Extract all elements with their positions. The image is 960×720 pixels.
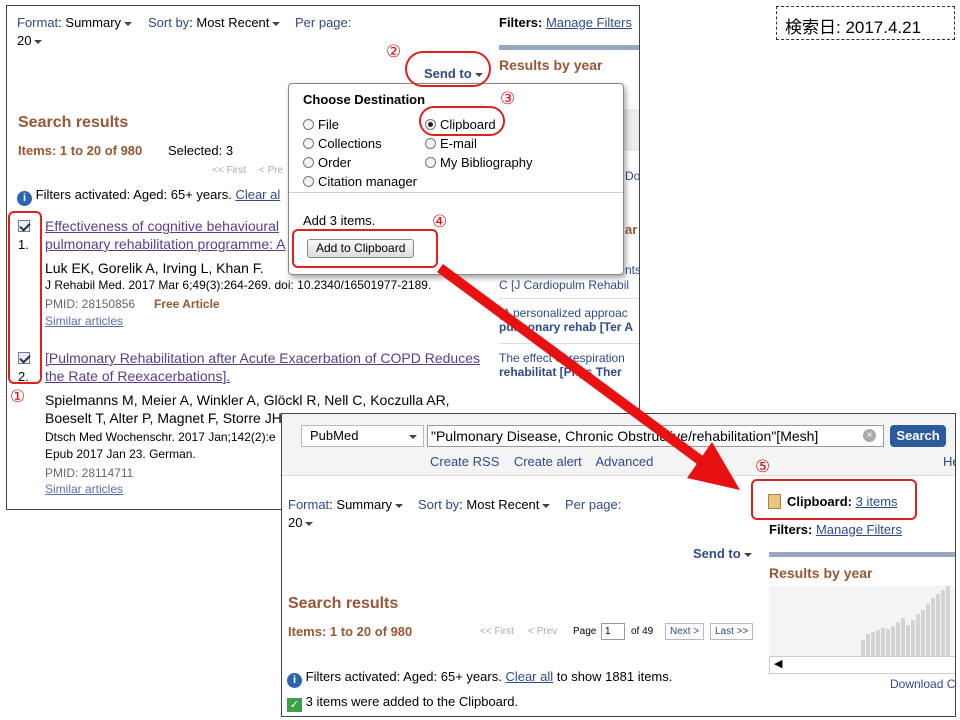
annotation-arrow [437,263,740,490]
